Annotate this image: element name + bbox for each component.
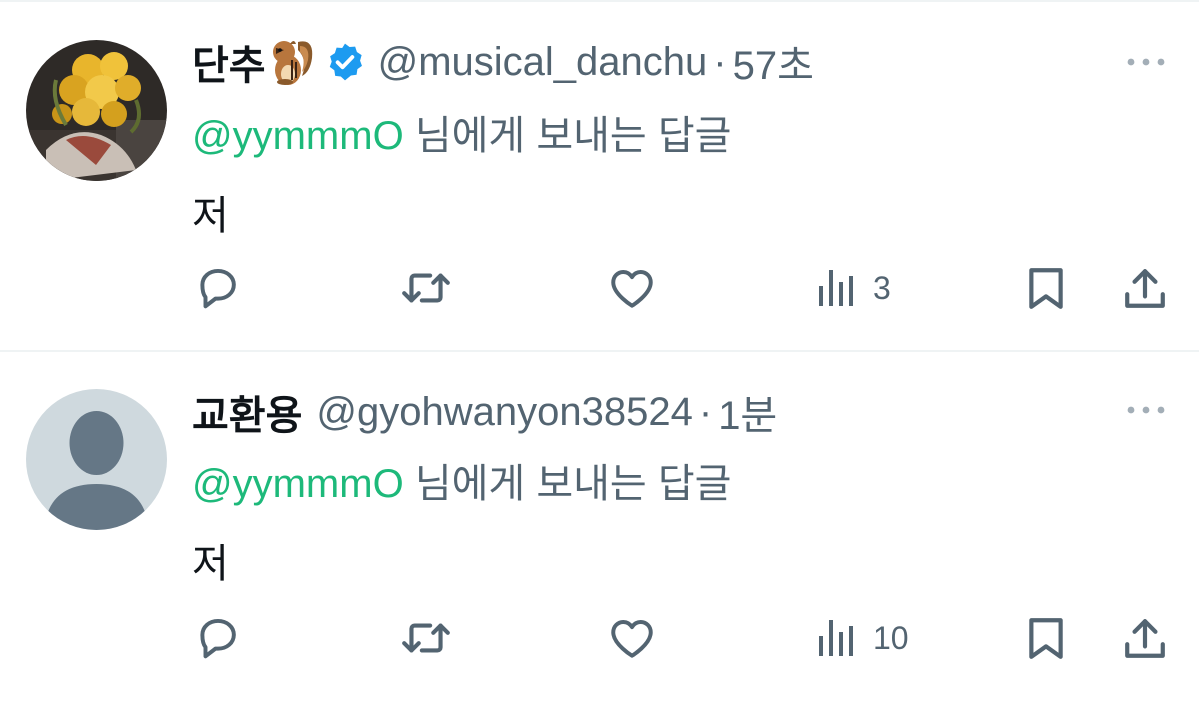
mention-link[interactable]: @yymmmO	[192, 114, 404, 158]
views-count: 3	[873, 269, 891, 306]
action-bar: 10	[0, 612, 1199, 664]
views-bar-chart-icon	[819, 270, 853, 306]
retweet-button[interactable]	[399, 612, 453, 664]
more-horizontal-icon[interactable]	[1124, 52, 1168, 72]
more-horizontal-icon[interactable]	[1124, 400, 1168, 420]
chipmunk-emoji-icon	[268, 36, 316, 88]
bookmark-icon	[1029, 268, 1063, 309]
reply-context: @yymmmO 님에게 보내는 답글	[192, 103, 731, 161]
share-button[interactable]	[1122, 612, 1168, 664]
reply-context-label: 님에게 보내는 답글	[414, 462, 732, 506]
avatar[interactable]	[26, 389, 167, 530]
share-upload-icon	[1125, 619, 1165, 658]
separator-dot: ·	[713, 39, 727, 84]
timestamp[interactable]: 57초	[733, 33, 814, 91]
reply-bubble-icon	[200, 618, 236, 659]
like-button[interactable]	[607, 262, 657, 314]
tweet-text: 저	[192, 542, 229, 586]
tweet[interactable]: 교환용 @gyohwanyon38524 · 1분 @yymmmO 님에게 보내…	[0, 352, 1199, 702]
views-bar-chart-icon	[819, 620, 853, 656]
avatar-photo	[26, 40, 167, 181]
reply-context: @yymmmO 님에게 보내는 답글	[192, 451, 731, 509]
bookmark-icon	[1029, 618, 1063, 659]
verified-badge-icon[interactable]	[324, 41, 366, 83]
retweet-button[interactable]	[399, 262, 453, 314]
default-profile-silhouette-icon	[26, 389, 167, 530]
share-button[interactable]	[1122, 262, 1168, 314]
action-bar: 3	[0, 262, 1199, 314]
reply-button[interactable]	[193, 612, 243, 664]
tweet-text: 저	[192, 194, 229, 238]
display-name[interactable]: 단추	[192, 33, 266, 91]
handle[interactable]: @musical_danchu	[378, 40, 708, 85]
avatar[interactable]	[26, 40, 167, 181]
retweet-icon	[402, 273, 450, 303]
separator-dot: ·	[698, 389, 713, 434]
reply-button[interactable]	[193, 262, 243, 314]
tweet-header: 교환용 @gyohwanyon38524 · 1분	[192, 382, 777, 442]
mention-link[interactable]: @yymmmO	[192, 462, 404, 506]
heart-icon	[611, 619, 653, 658]
views-button[interactable]: 3	[817, 262, 891, 314]
handle[interactable]: @gyohwanyon38524	[316, 390, 692, 435]
tweet-header: 단추 @musical_danchu · 57초	[192, 32, 814, 92]
like-button[interactable]	[607, 612, 657, 664]
timestamp[interactable]: 1분	[718, 383, 777, 441]
views-button[interactable]: 10	[817, 612, 909, 664]
tweet[interactable]: 단추 @musical_danchu · 57초 @yymmmO 님에게 보내는…	[0, 0, 1199, 352]
reply-bubble-icon	[200, 268, 236, 309]
retweet-icon	[402, 623, 450, 653]
bookmark-button[interactable]	[1025, 612, 1067, 664]
heart-icon	[611, 269, 653, 308]
views-count: 10	[873, 619, 909, 656]
bookmark-button[interactable]	[1025, 262, 1067, 314]
reply-context-label: 님에게 보내는 답글	[414, 114, 732, 158]
share-upload-icon	[1125, 269, 1165, 308]
display-name[interactable]: 교환용	[192, 383, 302, 441]
